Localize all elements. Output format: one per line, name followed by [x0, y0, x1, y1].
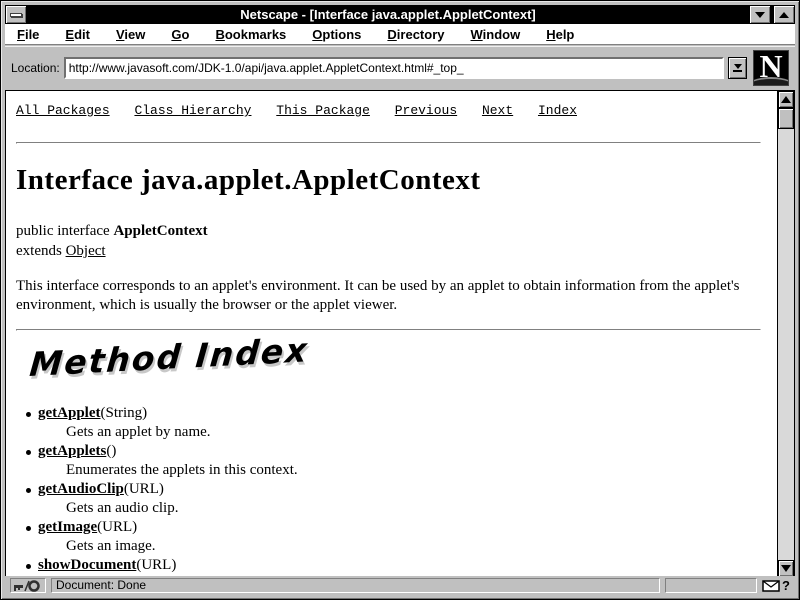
signature-modifiers: public interface: [16, 223, 113, 239]
mail-help-glyph: ?: [782, 578, 790, 593]
netscape-window: Netscape - [Interface java.applet.Applet…: [0, 0, 800, 600]
menu-item[interactable]: Bookmarks: [215, 27, 286, 42]
method-link[interactable]: getApplet: [38, 405, 101, 421]
maximize-button[interactable]: [773, 5, 795, 24]
interface-description: This interface corresponds to an applet'…: [16, 277, 761, 315]
envelope-icon: [762, 580, 780, 592]
doc-nav-links: All Packages Class Hierarchy This Packag…: [16, 103, 761, 118]
method-entry: getImage(URL) Gets an image.: [16, 518, 761, 556]
method-args: (URL): [97, 519, 137, 535]
menu-item[interactable]: Go: [171, 27, 189, 42]
scroll-up-button[interactable]: [778, 91, 794, 108]
system-menu-button[interactable]: [5, 5, 27, 24]
method-entry: getApplet(String) Gets an applet by name…: [16, 404, 761, 442]
system-menu-icon: [10, 13, 22, 17]
method-link[interactable]: showDocument: [38, 557, 136, 573]
scrollbar-track[interactable]: [778, 129, 794, 560]
method-entry: getAudioClip(URL) Gets an audio clip.: [16, 480, 761, 518]
method-args: (): [106, 443, 116, 459]
menu-item[interactable]: Directory: [387, 27, 444, 42]
doc-nav-link[interactable]: All Packages: [16, 103, 110, 118]
method-index-heading: Method Index: [28, 330, 310, 384]
location-input[interactable]: http://www.javasoft.com/JDK-1.0/api/java…: [64, 57, 724, 79]
doc-nav-link[interactable]: Previous: [395, 103, 457, 118]
method-args: (String): [101, 405, 148, 421]
doc-nav-link[interactable]: Index: [538, 103, 577, 118]
broken-key-icon: [13, 580, 43, 592]
doc-nav-link[interactable]: This Package: [276, 103, 370, 118]
page-title: Interface java.applet.AppletContext: [16, 164, 761, 197]
bullet-icon: [26, 412, 31, 417]
minimize-button[interactable]: [749, 5, 771, 24]
title-bar: Netscape - [Interface java.applet.Applet…: [5, 5, 795, 24]
method-description: Gets an audio clip.: [16, 499, 761, 518]
location-bar: Location: http://www.javasoft.com/JDK-1.…: [5, 46, 795, 89]
method-entry: showDocument(URL): [16, 556, 761, 575]
menu-item[interactable]: View: [116, 27, 145, 42]
menu-bar: File Edit View Go Bookmarks Options Dire…: [5, 24, 795, 45]
method-description: Gets an image.: [16, 537, 761, 556]
dropdown-arrow-icon: [734, 64, 742, 69]
status-bar: Document: Done ?: [5, 576, 795, 595]
method-args: (URL): [124, 481, 164, 497]
scrollbar-thumb[interactable]: [778, 108, 794, 129]
extends-label: extends: [16, 243, 66, 259]
status-message: Document: Done: [51, 578, 660, 593]
method-description: Enumerates the applets in this context.: [16, 461, 761, 480]
method-args: (URL): [136, 557, 176, 573]
dropdown-bar-icon: [733, 70, 742, 72]
scroll-down-icon: [781, 565, 791, 572]
doc-nav-link[interactable]: Class Hierarchy: [134, 103, 251, 118]
location-dropdown-button[interactable]: [728, 57, 747, 79]
scroll-down-button[interactable]: [778, 560, 794, 577]
signature-name: AppletContext: [113, 223, 207, 239]
doc-nav-link[interactable]: Next: [482, 103, 513, 118]
menu-item[interactable]: Edit: [65, 27, 90, 42]
security-indicator: [10, 578, 46, 593]
vertical-scrollbar[interactable]: [777, 91, 794, 577]
progress-bar: [665, 578, 757, 593]
menu-item[interactable]: File: [17, 27, 39, 42]
bullet-icon: [26, 488, 31, 493]
interface-signature: public interface AppletContext extends O…: [16, 221, 761, 261]
maximize-icon: [779, 12, 789, 18]
method-entry: getApplets() Enumerates the applets in t…: [16, 442, 761, 480]
bullet-icon: [26, 526, 31, 531]
document-page: All Packages Class Hierarchy This Packag…: [6, 91, 777, 577]
method-description: Gets an applet by name.: [16, 423, 761, 442]
method-link[interactable]: getApplets: [38, 443, 106, 459]
browser-content: All Packages Class Hierarchy This Packag…: [5, 90, 795, 578]
horizontal-rule: [16, 142, 761, 144]
netscape-logo[interactable]: N: [753, 50, 789, 86]
bullet-icon: [26, 450, 31, 455]
menu-item[interactable]: Help: [546, 27, 574, 42]
minimize-icon: [755, 12, 765, 18]
method-link[interactable]: getImage: [38, 519, 97, 535]
method-index-list: getApplet(String) Gets an applet by name…: [16, 404, 761, 575]
window-title: Netscape - [Interface java.applet.Applet…: [27, 5, 749, 24]
bullet-icon: [26, 564, 31, 569]
extends-object-link[interactable]: Object: [66, 243, 106, 259]
menu-item[interactable]: Window: [471, 27, 521, 42]
method-link[interactable]: getAudioClip: [38, 481, 124, 497]
menu-item[interactable]: Options: [312, 27, 361, 42]
scroll-up-icon: [781, 96, 791, 103]
location-label: Location:: [11, 61, 60, 75]
mail-indicator[interactable]: ?: [762, 578, 790, 593]
